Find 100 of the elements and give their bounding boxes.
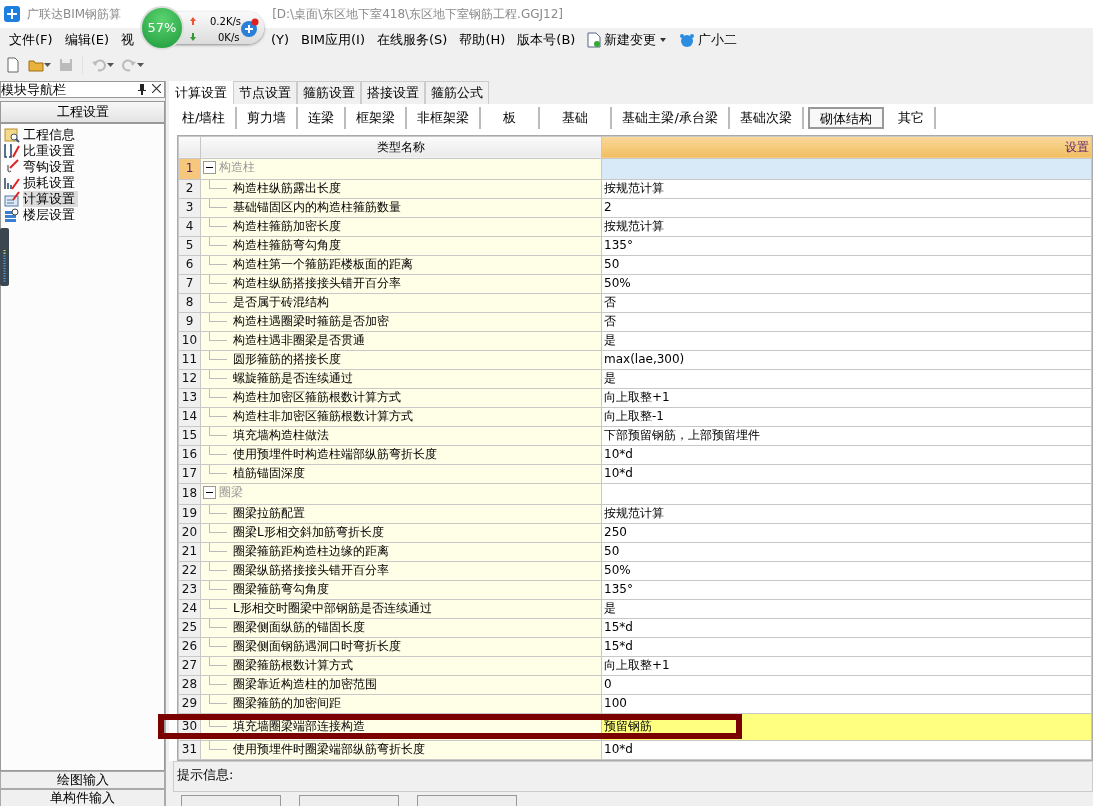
- setting-value[interactable]: 向上取整+1: [604, 390, 670, 404]
- setting-name: 圆形箍筋的搭接长度: [233, 352, 341, 366]
- setting-value[interactable]: 是: [604, 371, 616, 385]
- meter-handle-icon: [0, 228, 9, 286]
- setting-value[interactable]: 100: [604, 696, 627, 710]
- group-label: 圈梁: [219, 484, 243, 501]
- setting-value[interactable]: 50: [604, 257, 620, 271]
- menu-item[interactable]: 视: [115, 30, 140, 50]
- subtab[interactable]: 柱/墙柱: [172, 106, 238, 129]
- setting-value[interactable]: 50%: [604, 563, 631, 577]
- tree-item[interactable]: 弯钩设置: [23, 159, 78, 175]
- setting-name: 使用预埋件时构造柱端部纵筋弯折长度: [233, 447, 437, 461]
- tree-item[interactable]: 损耗设置: [23, 175, 78, 191]
- setting-name: 构造柱纵筋露出长度: [233, 181, 341, 195]
- stack-search-icon: [4, 207, 20, 223]
- upload-speed: 0.2K/s: [210, 15, 242, 29]
- tab[interactable]: 计算设置: [169, 81, 233, 104]
- close-icon[interactable]: [152, 84, 161, 93]
- subtab[interactable]: 砌体结构: [807, 106, 884, 129]
- setting-value[interactable]: 250: [604, 525, 627, 539]
- menu-item[interactable]: 版本号(B): [511, 30, 582, 50]
- subtab[interactable]: 基础次梁: [729, 106, 804, 129]
- tree-item[interactable]: 楼层设置: [23, 207, 78, 223]
- footer-button[interactable]: [181, 795, 281, 806]
- section-header[interactable]: 工程设置: [0, 101, 165, 123]
- nav-button[interactable]: 绘图输入: [0, 771, 165, 789]
- setting-name: 使用预埋件时圈梁端部纵筋弯折长度: [233, 742, 425, 756]
- menu-item[interactable]: BIM应用(I): [295, 30, 372, 50]
- caret-icon[interactable]: [137, 62, 144, 68]
- setting-value[interactable]: 向上取整+1: [604, 658, 670, 672]
- setting-name: 构造柱遇非圈梁是否贯通: [233, 333, 365, 347]
- setting-value[interactable]: 135°: [604, 238, 633, 252]
- menu-item[interactable]: (Y): [265, 30, 296, 50]
- bracket-pencil-icon: [4, 143, 20, 159]
- caret-icon[interactable]: [44, 62, 51, 68]
- setting-value[interactable]: 0: [604, 677, 612, 691]
- nav-button[interactable]: 单构件输入: [0, 789, 165, 806]
- setting-value[interactable]: 15*d: [604, 620, 633, 634]
- menu-item[interactable]: 广小二: [673, 30, 744, 50]
- caret-icon[interactable]: [107, 62, 114, 68]
- footer-button[interactable]: [417, 795, 517, 806]
- subtab[interactable]: 基础: [540, 106, 613, 129]
- tree-item[interactable]: 计算设置: [23, 191, 78, 207]
- setting-value[interactable]: 否: [604, 295, 616, 309]
- folder-icon[interactable]: [28, 57, 44, 73]
- up-arrow-icon: [190, 17, 196, 25]
- footer-button[interactable]: [299, 795, 399, 806]
- subtab[interactable]: 其它: [887, 106, 936, 129]
- subtab[interactable]: 非框架梁: [407, 106, 482, 129]
- pin-icon[interactable]: [138, 84, 146, 95]
- setting-value[interactable]: 向上取整-1: [604, 409, 664, 423]
- setting-value[interactable]: 50: [604, 544, 620, 558]
- setting-value[interactable]: 2: [604, 200, 612, 214]
- setting-name: 圈梁箍筋距构造柱边缘的距离: [233, 544, 389, 558]
- column-header: 类型名称: [200, 136, 602, 158]
- subtab[interactable]: 剪力墙: [237, 106, 299, 129]
- tree-item[interactable]: 工程信息: [23, 127, 78, 143]
- caret-icon: [659, 37, 668, 43]
- row-number: 18: [178, 483, 201, 504]
- setting-value[interactable]: 否: [604, 314, 616, 328]
- new-file-icon[interactable]: [5, 57, 21, 73]
- menu-item[interactable]: 编辑(E): [58, 30, 115, 50]
- setting-value[interactable]: 预留钢筋: [604, 719, 652, 733]
- collapse-toggle[interactable]: [203, 160, 216, 174]
- tree-item[interactable]: 比重设置: [23, 143, 78, 159]
- setting-name: 构造柱非加密区箍筋根数计算方式: [233, 409, 413, 423]
- setting-value[interactable]: 10*d: [604, 447, 633, 461]
- window-title: [D:\桌面\东区地下室418\东区地下室钢筋工程.GGJ12]: [272, 6, 564, 23]
- menu-item[interactable]: 帮助(H): [453, 30, 512, 50]
- add-icon[interactable]: [240, 18, 260, 38]
- subtab[interactable]: 连梁: [298, 106, 347, 129]
- tab[interactable]: 箍筋设置: [297, 81, 361, 104]
- setting-value[interactable]: 15*d: [604, 639, 633, 653]
- row-number: 1: [178, 158, 201, 179]
- setting-value[interactable]: max(lae,300): [604, 352, 685, 366]
- collapse-toggle[interactable]: [203, 485, 216, 499]
- menu-item[interactable]: 在线服务(S): [371, 30, 454, 50]
- setting-value[interactable]: 按规范计算: [604, 506, 664, 520]
- setting-value[interactable]: 50%: [604, 276, 631, 290]
- subtab[interactable]: 板: [481, 106, 541, 129]
- setting-value[interactable]: 是: [604, 333, 616, 347]
- setting-name: 圈梁靠近构造柱的加密范围: [233, 677, 377, 691]
- setting-value[interactable]: 是: [604, 601, 616, 615]
- setting-value[interactable]: 135°: [604, 582, 633, 596]
- setting-value[interactable]: 10*d: [604, 742, 633, 756]
- setting-name: 构造柱箍筋加密长度: [233, 219, 341, 233]
- tab[interactable]: 节点设置: [233, 81, 297, 104]
- setting-value[interactable]: 按规范计算: [604, 181, 664, 195]
- setting-name: 是否属于砖混结构: [233, 295, 329, 309]
- panel-title: 模块导航栏: [1, 82, 66, 97]
- window-title: 广联达BIM钢筋算: [27, 6, 122, 23]
- setting-value[interactable]: 10*d: [604, 466, 633, 480]
- menu-item[interactable]: 新建变更: [581, 30, 674, 50]
- setting-value[interactable]: 按规范计算: [604, 219, 664, 233]
- tab[interactable]: 搭接设置: [361, 81, 425, 104]
- subtab[interactable]: 基础主梁/承台梁: [612, 106, 730, 129]
- menu-item[interactable]: 文件(F): [3, 30, 59, 50]
- subtab[interactable]: 框架梁: [346, 106, 408, 129]
- tab[interactable]: 箍筋公式: [425, 81, 489, 104]
- download-speed: 0K/s: [218, 31, 240, 45]
